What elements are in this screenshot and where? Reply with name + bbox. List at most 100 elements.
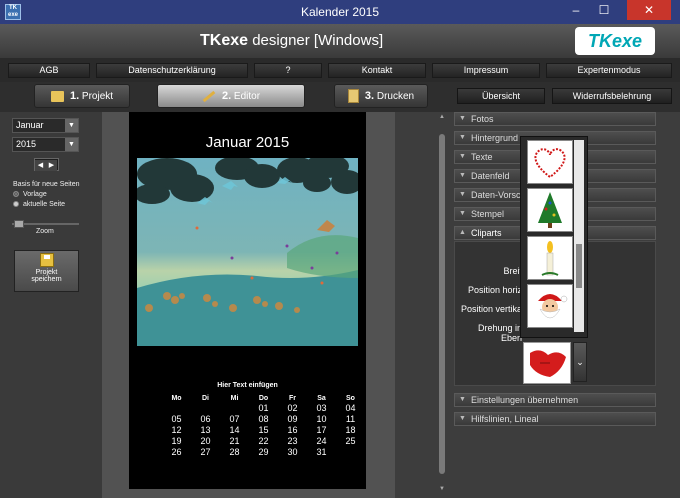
calendar-page[interactable]: Januar 2015 Hier Text einfügen Mo Di Mi …: [129, 112, 366, 489]
scrollbar-thumb[interactable]: [439, 134, 445, 474]
chevron-down-icon: ▼: [65, 119, 78, 132]
calendar-grid: Mo Di Mi Do Fr Sa So 01 02 03 04 05 06 07 08 09 10 11 1…: [162, 392, 365, 458]
clipart-list-scrollbar[interactable]: [574, 140, 584, 332]
next-page-icon[interactable]: ▶: [46, 160, 57, 171]
month-select[interactable]: Januar ▼: [12, 118, 79, 133]
day-cell: 17: [316, 425, 327, 435]
nav-datenschutz[interactable]: Datenschutzerklärung: [96, 63, 248, 78]
candle-clipart[interactable]: [527, 236, 573, 280]
pencil-icon: [202, 90, 216, 103]
weekday-di: Di: [202, 395, 209, 402]
day-cell: 07: [229, 414, 240, 424]
day-cell: 15: [258, 425, 269, 435]
brand-bar: TKexe designer [Windows] TKexe: [0, 24, 680, 58]
day-cell: 13: [200, 425, 211, 435]
section-hilfslinien[interactable]: ▼ Hilfslinien, Lineal: [454, 412, 656, 426]
nav-agb[interactable]: AGB: [8, 63, 90, 78]
chevron-down-icon: ▼: [459, 210, 466, 217]
radio-aktuelle-seite[interactable]: [13, 201, 19, 208]
weekday-mi: Mi: [230, 395, 239, 402]
floppy-disk-icon: [39, 253, 54, 267]
week-row: 01 02 03 04: [162, 403, 365, 414]
weekday-do: Do: [258, 395, 269, 402]
radio-vorlage[interactable]: [13, 191, 19, 198]
week-row: 19 20 21 22 23 24 25: [162, 436, 365, 447]
prev-page-icon[interactable]: ◀: [35, 160, 46, 171]
section-einstellungen[interactable]: ▼ Einstellungen übernehmen: [454, 393, 656, 407]
day-cell: 18: [345, 425, 356, 435]
day-cell: 22: [258, 436, 269, 446]
day-cell: 25: [345, 436, 356, 446]
day-cell: 10: [316, 414, 327, 424]
scroll-up-icon[interactable]: ▲: [438, 114, 446, 120]
position-horizontal-label: Position horiz: [467, 285, 522, 295]
day-cell: 24: [316, 436, 327, 446]
weekday-fr: Fr: [289, 395, 296, 402]
withdrawal-button[interactable]: Widerrufsbelehrung: [552, 88, 672, 104]
properties-scrollbar[interactable]: ▲ ▼: [438, 112, 446, 498]
day-cell: 16: [287, 425, 298, 435]
option-aktuelle-seite[interactable]: aktuelle Seite: [13, 201, 65, 208]
steps-bar: 1. Projekt 2. Editor 3. Drucken Übersich…: [0, 82, 680, 112]
selected-clipart-preview[interactable]: [523, 342, 571, 384]
chevron-down-icon: ▼: [65, 138, 78, 151]
day-cell: 11: [345, 414, 356, 424]
text-placeholder[interactable]: Hier Text einfügen: [129, 382, 366, 389]
weekday-sa: Sa: [317, 395, 326, 402]
year-select[interactable]: 2015 ▼: [12, 137, 79, 152]
nav-help[interactable]: ?: [254, 63, 322, 78]
day-cell: 12: [171, 425, 182, 435]
christmas-tree-clipart[interactable]: [527, 188, 573, 232]
minimize-button[interactable]: –: [563, 0, 589, 20]
tkexe-logo[interactable]: TKexe: [575, 27, 655, 55]
section-fotos[interactable]: ▼ Fotos: [454, 112, 656, 126]
day-cell: 20: [200, 436, 211, 446]
day-cell: 04: [345, 403, 356, 413]
day-cell: 21: [229, 436, 240, 446]
product-name: TKexe designer [Windows]: [200, 32, 383, 50]
chevron-down-icon: ⌄: [576, 357, 584, 367]
edition-label: [Windows]: [313, 32, 384, 49]
nav-expertenmodus[interactable]: Expertenmodus: [546, 63, 672, 78]
chevron-up-icon: ▲: [459, 229, 466, 236]
save-project-button[interactable]: Projekt speichern: [14, 250, 79, 292]
overview-button[interactable]: Übersicht: [457, 88, 545, 104]
chevron-down-icon: ▼: [459, 396, 466, 403]
scroll-down-icon[interactable]: ▼: [438, 486, 446, 492]
heart-clipart[interactable]: [527, 140, 573, 184]
zoom-slider-thumb[interactable]: [14, 220, 24, 228]
basis-label: Basis für neue Seiten: [13, 181, 80, 188]
weekday-mo: Mo: [171, 395, 182, 402]
chevron-down-icon: ▼: [459, 415, 466, 422]
step-drucken-tab[interactable]: 3. Drucken: [334, 84, 428, 108]
window-title-bar: TK exe Kalender 2015 – ☐ ✕: [0, 0, 680, 24]
santa-clipart[interactable]: [527, 284, 573, 328]
zoom-label: Zoom: [36, 228, 54, 235]
close-button[interactable]: ✕: [627, 0, 671, 20]
day-cell: 19: [171, 436, 182, 446]
option-vorlage[interactable]: Vorlage: [13, 191, 47, 198]
step-projekt-tab[interactable]: 1. Projekt: [34, 84, 130, 108]
product-label: designer: [252, 32, 310, 49]
position-vertikal-label: Position vertika: [460, 304, 522, 314]
day-cell: 01: [258, 403, 269, 413]
week-row: 05 06 07 08 09 10 11: [162, 414, 365, 425]
calendar-picture[interactable]: [137, 158, 358, 346]
chevron-down-icon: ▼: [459, 153, 466, 160]
day-cell: 31: [316, 447, 327, 457]
clipart-list-scrollbar-thumb[interactable]: [576, 244, 582, 288]
nav-impressum[interactable]: Impressum: [432, 63, 540, 78]
page-title[interactable]: Januar 2015: [129, 134, 366, 151]
weekday-so: So: [346, 395, 355, 402]
chevron-down-icon: ▼: [459, 115, 466, 122]
day-cell: 02: [287, 403, 298, 413]
top-navigation: AGB Datenschutzerklärung ? Kontakt Impre…: [0, 58, 680, 82]
zoom-slider[interactable]: [12, 220, 79, 228]
maximize-button[interactable]: ☐: [591, 0, 617, 20]
day-cell: 27: [200, 447, 211, 457]
nav-kontakt[interactable]: Kontakt: [328, 63, 426, 78]
day-cell: 08: [258, 414, 269, 424]
page-navigator: ◀ ▶: [34, 158, 59, 171]
clipart-dropdown-button[interactable]: ⌄: [573, 342, 587, 382]
step-editor-tab[interactable]: 2. Editor: [157, 84, 305, 108]
